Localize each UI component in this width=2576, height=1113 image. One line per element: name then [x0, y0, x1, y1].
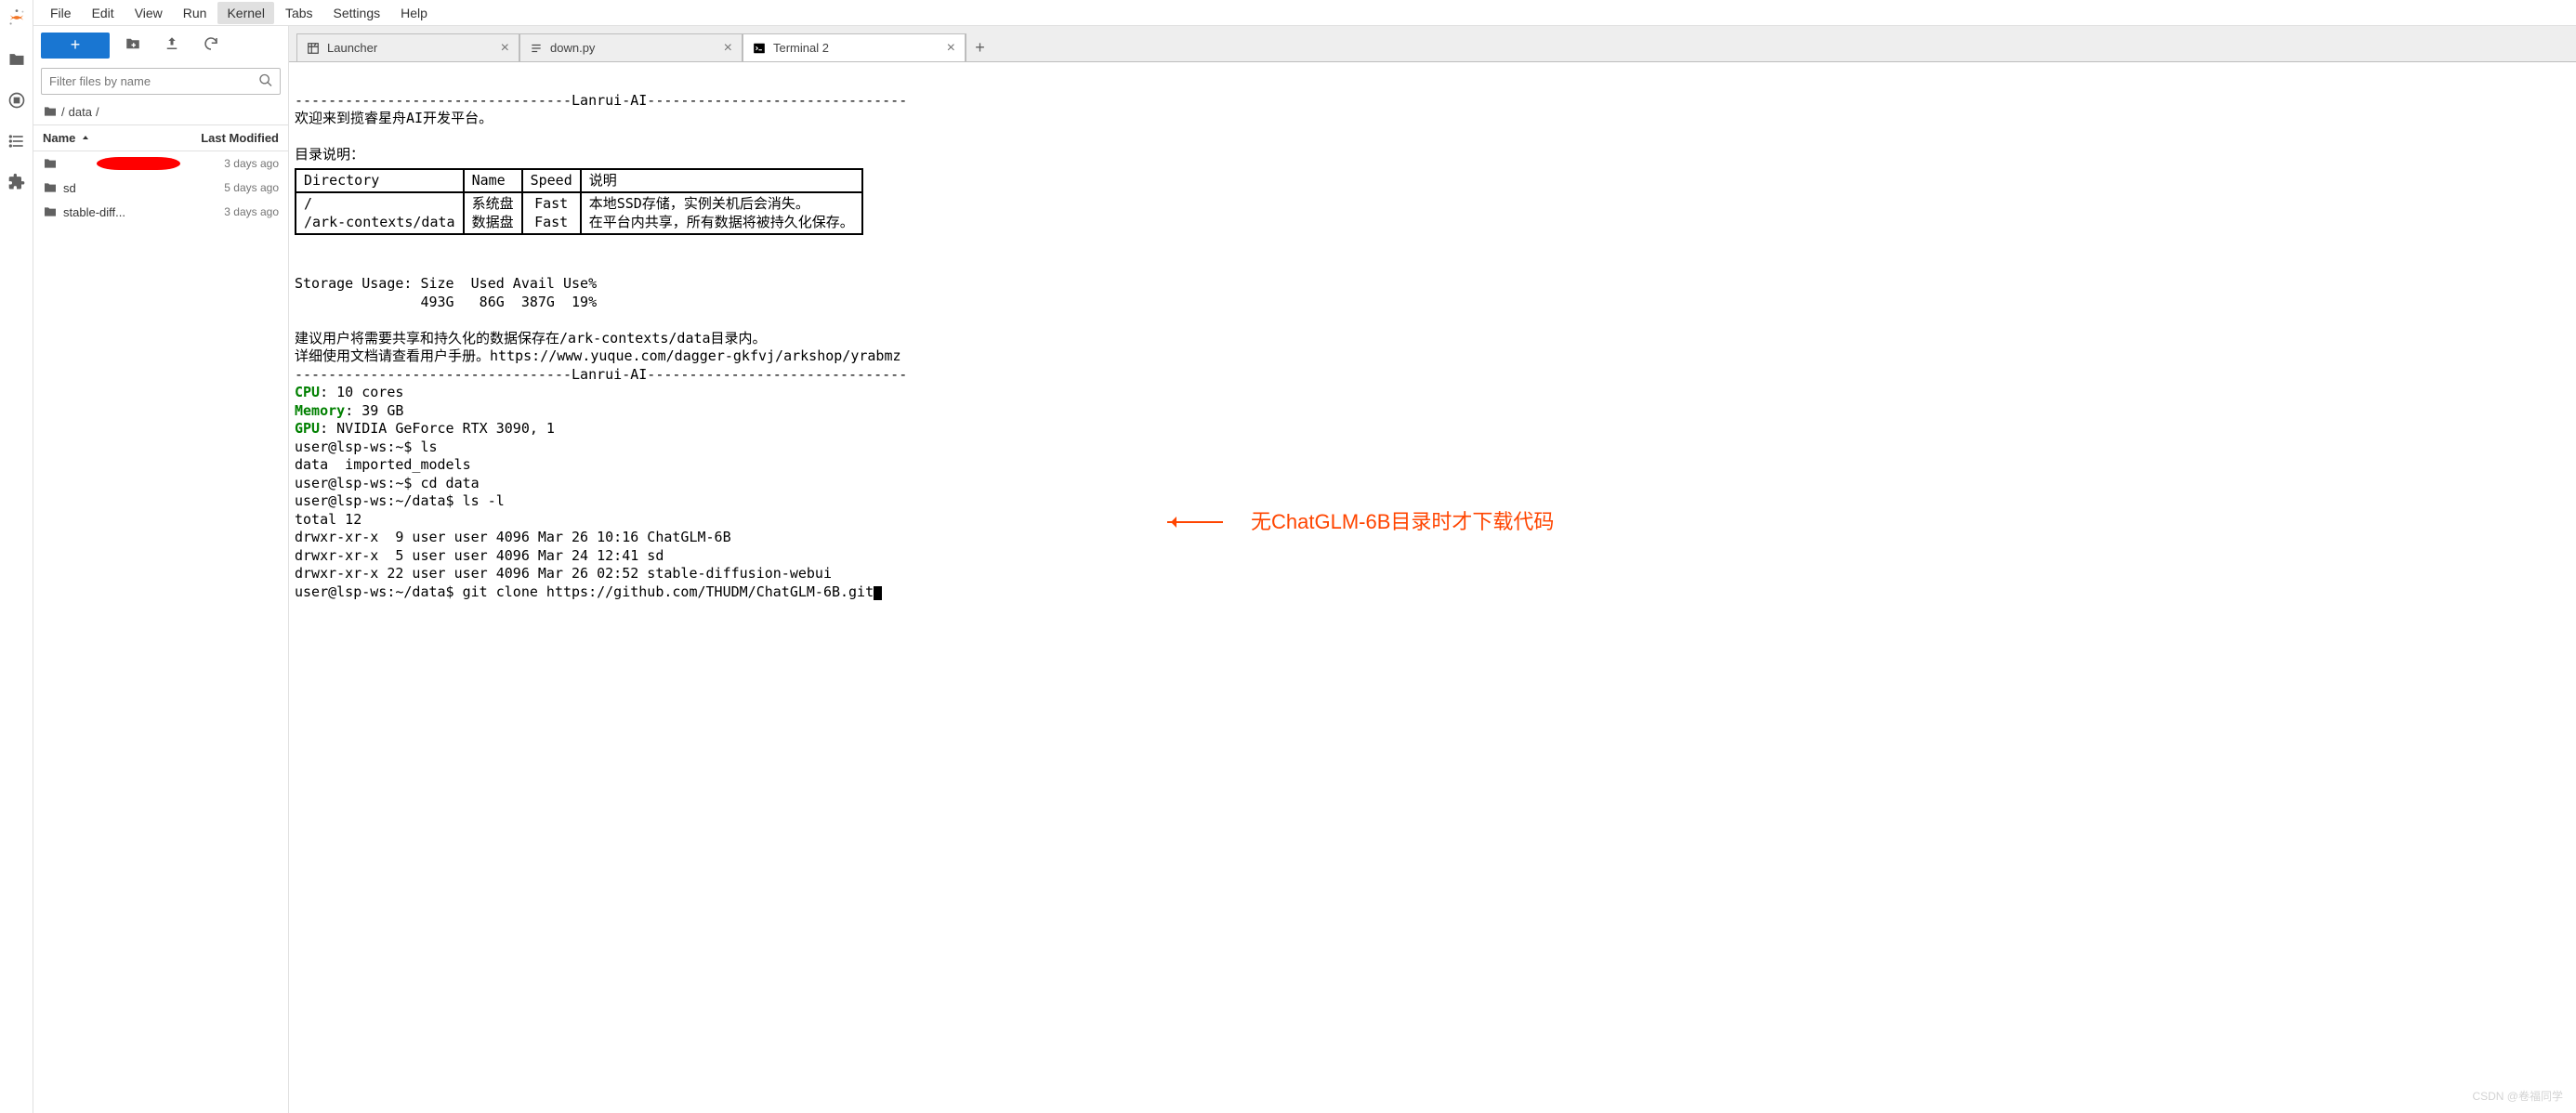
file-modified: 3 days ago	[224, 157, 279, 170]
refresh-icon[interactable]	[195, 32, 227, 59]
terminal-line: Storage Usage: Size Used Avail Use% 493G…	[295, 275, 597, 310]
close-icon[interactable]: ×	[947, 41, 955, 56]
terminal-line: 建议用户将需要共享和持久化的数据保存在/ark-contexts/data目录内…	[295, 330, 767, 347]
menu-bar: File Edit View Run Kernel Tabs Settings …	[33, 0, 2576, 26]
jupyter-logo-icon	[7, 7, 27, 28]
terminal-shell: user@lsp-ws:~$ ls data imported_models u…	[295, 439, 874, 600]
file-row[interactable]: 3 days ago	[33, 151, 288, 176]
extension-icon[interactable]	[7, 173, 26, 191]
tab-terminal[interactable]: Terminal 2 ×	[743, 33, 966, 61]
terminal-output[interactable]: ---------------------------------Lanrui-…	[289, 62, 2576, 1113]
terminal-line: ---------------------------------Lanrui-…	[295, 92, 907, 109]
menu-run[interactable]: Run	[174, 2, 217, 24]
menu-view[interactable]: View	[125, 2, 172, 24]
folder-icon	[43, 204, 58, 219]
folder-icon	[43, 180, 58, 195]
file-browser: + / data / Nam	[33, 26, 289, 1113]
folder-icon	[43, 104, 58, 119]
terminal-cursor	[874, 586, 882, 600]
breadcrumb[interactable]: / data /	[33, 98, 288, 124]
folder-icon	[43, 156, 58, 171]
file-modified: 5 days ago	[224, 181, 279, 194]
sort-asc-icon	[81, 134, 90, 143]
upload-icon[interactable]	[156, 32, 188, 59]
watermark: CSDN @卷福同学	[2472, 1088, 2563, 1104]
tab-downpy[interactable]: down.py ×	[519, 33, 743, 61]
annotation-text: 无ChatGLM-6B目录时才下载代码	[1251, 509, 1554, 536]
tab-bar: Launcher × down.py × Terminal 2 × +	[289, 26, 2576, 62]
terminal-line: 详细使用文档请查看用户手册。https://www.yuque.com/dagg…	[295, 347, 901, 364]
file-name: sd	[63, 181, 76, 195]
activity-bar	[0, 0, 33, 1113]
close-icon[interactable]: ×	[501, 41, 509, 56]
menu-tabs[interactable]: Tabs	[276, 2, 322, 24]
running-icon[interactable]	[7, 91, 26, 110]
filter-input[interactable]	[41, 68, 281, 95]
column-name[interactable]: Name	[43, 131, 75, 145]
gpu-label: GPU	[295, 420, 320, 437]
file-list: 3 days ago sd 5 days ago stable-diff... …	[33, 151, 288, 1113]
breadcrumb-sep: /	[96, 105, 99, 119]
new-launcher-button[interactable]: +	[41, 33, 110, 59]
breadcrumb-folder[interactable]: data	[69, 105, 92, 119]
arrow-icon	[1167, 521, 1223, 523]
menu-help[interactable]: Help	[391, 2, 437, 24]
terminal-line: ---------------------------------Lanrui-…	[295, 366, 907, 383]
file-row[interactable]: sd 5 days ago	[33, 176, 288, 200]
menu-settings[interactable]: Settings	[324, 2, 390, 24]
python-file-icon	[530, 42, 543, 55]
file-modified: 3 days ago	[224, 205, 279, 218]
terminal-line: 目录说明：	[295, 146, 364, 163]
cpu-value: : 10 cores	[320, 384, 403, 400]
toc-icon[interactable]	[7, 132, 26, 151]
menu-file[interactable]: File	[41, 2, 81, 24]
search-icon	[258, 72, 273, 90]
file-row[interactable]: stable-diff... 3 days ago	[33, 200, 288, 224]
column-modified[interactable]: Last Modified	[201, 131, 279, 145]
annotation: 无ChatGLM-6B目录时才下载代码	[1167, 509, 1554, 536]
file-name: stable-diff...	[63, 205, 125, 219]
terminal-icon	[753, 42, 766, 55]
tab-label: Launcher	[327, 41, 377, 55]
directory-table: DirectoryNameSpeed说明 / /ark-contexts/dat…	[295, 168, 863, 236]
folder-icon[interactable]	[7, 50, 26, 69]
cpu-label: CPU	[295, 384, 320, 400]
tab-label: down.py	[550, 41, 595, 55]
gpu-value: : NVIDIA GeForce RTX 3090, 1	[320, 420, 555, 437]
tab-launcher[interactable]: Launcher ×	[296, 33, 519, 61]
menu-kernel[interactable]: Kernel	[217, 2, 273, 24]
new-folder-icon[interactable]	[117, 32, 149, 59]
launcher-icon	[307, 42, 320, 55]
menu-edit[interactable]: Edit	[83, 2, 124, 24]
close-icon[interactable]: ×	[724, 41, 732, 56]
tab-label: Terminal 2	[773, 41, 829, 55]
breadcrumb-sep: /	[61, 105, 65, 119]
new-tab-button[interactable]: +	[966, 33, 993, 61]
memory-value: : 39 GB	[345, 402, 403, 419]
terminal-line: 欢迎来到揽睿星舟AI开发平台。	[295, 110, 493, 126]
memory-label: Memory	[295, 402, 345, 419]
